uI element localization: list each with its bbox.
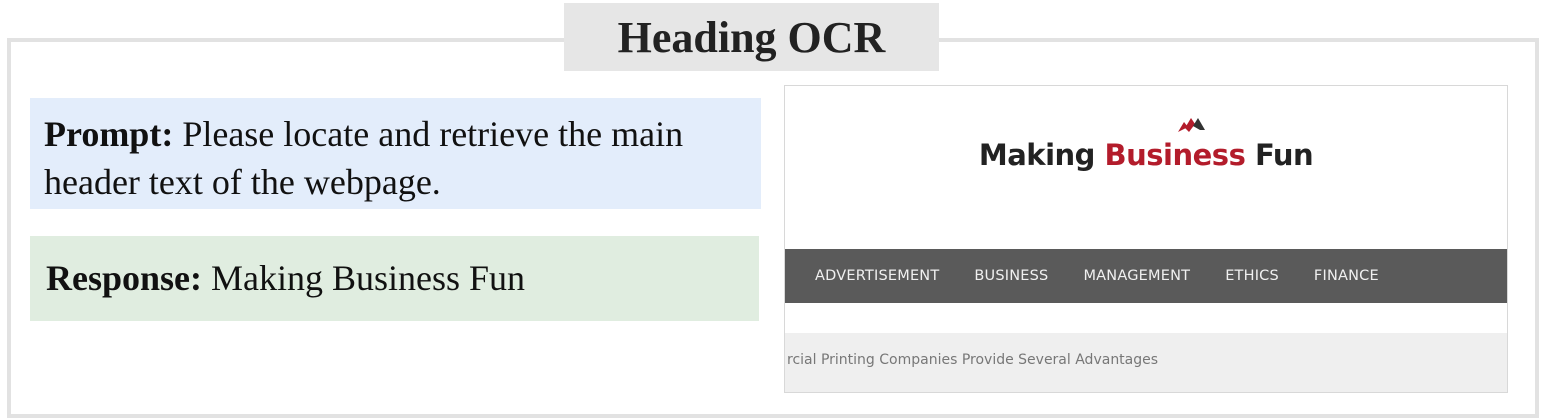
logo-word-business: Business [1104, 118, 1246, 172]
response-label: Response: [46, 258, 203, 298]
news-ticker-text[interactable]: rcial Printing Companies Provide Several… [787, 352, 1158, 368]
response-box: Response: Making Business Fun [30, 236, 759, 321]
response-text: Making Business Fun [202, 258, 526, 298]
webpage-screenshot: Making Business Fun ADVERTISEMENT BUSINE… [784, 85, 1508, 393]
nav-item-business[interactable]: BUSINESS [974, 268, 1048, 284]
panel-title: Heading OCR [564, 3, 939, 71]
nav-item-advertisement[interactable]: ADVERTISEMENT [815, 268, 939, 284]
prompt-box: Prompt: Please locate and retrieve the m… [30, 98, 761, 209]
site-logo[interactable]: Making Business Fun [785, 118, 1507, 172]
prompt-label: Prompt: [44, 114, 174, 154]
logo-word-fun: Fun [1254, 138, 1314, 172]
nav-item-management[interactable]: MANAGEMENT [1083, 268, 1190, 284]
logo-word-making: Making [978, 138, 1096, 172]
nav-item-ethics[interactable]: ETHICS [1225, 268, 1279, 284]
nav-item-finance[interactable]: FINANCE [1314, 268, 1379, 284]
site-nav-bar: ADVERTISEMENT BUSINESS MANAGEMENT ETHICS… [785, 249, 1507, 303]
logo-word-business-text: Business [1104, 138, 1246, 172]
logo-mark-icon [1177, 118, 1205, 132]
